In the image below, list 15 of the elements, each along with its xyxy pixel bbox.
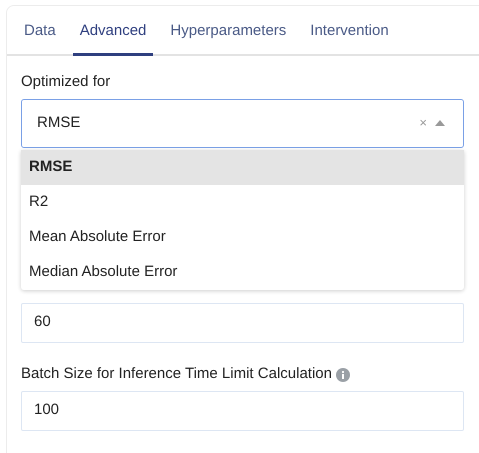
menu-option[interactable]: Median Absolute Error — [21, 254, 464, 290]
field-label: Batch Size for Inference Time Limit Calculation — [21, 364, 332, 384]
field-label: Optimized for — [21, 72, 112, 92]
number-input[interactable]: 100 — [21, 390, 464, 430]
number-input[interactable]: 60 — [21, 302, 464, 342]
select-value: RMSE — [37, 112, 82, 133]
tab[interactable]: Data — [17, 20, 63, 56]
select-field[interactable]: RMSE × — [21, 98, 464, 148]
tab[interactable]: Advanced — [72, 20, 154, 56]
caret-icon — [435, 120, 445, 126]
tab[interactable]: Intervention — [303, 20, 396, 56]
menu-option[interactable]: RMSE — [21, 150, 464, 184]
menu-option[interactable]: Mean Absolute Error — [21, 220, 464, 254]
tab[interactable]: Hyperparameters — [163, 20, 294, 56]
menu-option[interactable]: R2 — [21, 184, 464, 220]
